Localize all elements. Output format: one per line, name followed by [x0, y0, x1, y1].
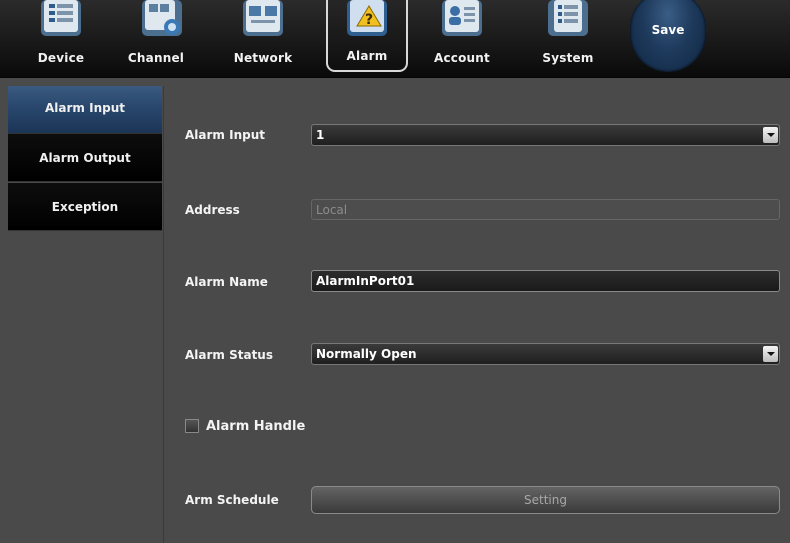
alarm-handle-checkbox[interactable]	[185, 419, 199, 433]
alarm-name-input[interactable]: AlarmInPort01	[311, 270, 780, 292]
tab-account[interactable]: Account	[421, 0, 503, 74]
network-icon	[243, 0, 283, 36]
tab-label: Alarm	[346, 49, 388, 63]
alarm-handle-label: Alarm Handle	[206, 419, 306, 434]
arm-schedule-label: Arm Schedule	[185, 493, 279, 507]
alarm-input-label: Alarm Input	[185, 128, 265, 142]
tab-label: Channel	[127, 51, 185, 65]
sidebar-item-exception[interactable]: Exception	[8, 183, 162, 231]
alarm-status-value: Normally Open	[316, 347, 417, 361]
alarm-status-label: Alarm Status	[185, 348, 273, 362]
alarm-name-value: AlarmInPort01	[316, 274, 415, 288]
device-icon	[41, 0, 81, 36]
save-button[interactable]: Save	[630, 0, 706, 72]
sidebar-item-label: Exception	[51, 200, 119, 214]
sidebar-item-label: Alarm Input	[45, 101, 125, 115]
tab-device[interactable]: Device	[20, 0, 102, 74]
save-label: Save	[651, 23, 685, 37]
address-value: Local	[316, 203, 348, 217]
system-icon	[548, 0, 588, 36]
channel-icon	[142, 0, 182, 36]
address-field: Local	[311, 199, 780, 220]
address-label: Address	[185, 203, 240, 217]
tab-alarm[interactable]: ? Alarm	[326, 0, 408, 74]
sidebar-item-label: Alarm Output	[39, 151, 131, 165]
tab-system[interactable]: System	[527, 0, 609, 74]
alarm-icon: ?	[347, 0, 387, 36]
chevron-down-icon[interactable]	[763, 127, 778, 143]
sidebar-item-alarm-input[interactable]: Alarm Input	[8, 86, 162, 134]
svg-text:?: ?	[365, 12, 373, 28]
alarm-name-label: Alarm Name	[185, 275, 268, 289]
account-icon	[442, 0, 482, 36]
setting-button[interactable]: Setting	[311, 486, 780, 514]
chevron-down-icon[interactable]	[763, 346, 778, 362]
tab-label: Network	[233, 51, 293, 65]
tab-label: Device	[37, 51, 85, 65]
alarm-input-value: 1	[316, 128, 325, 142]
alarm-input-select[interactable]: 1	[311, 124, 780, 146]
tab-label: System	[542, 51, 594, 65]
tab-label: Account	[434, 51, 490, 65]
sidebar-item-alarm-output[interactable]: Alarm Output	[8, 134, 162, 182]
top-toolbar: Device Channel Network ? Alarm Account S…	[0, 0, 790, 78]
sidebar-divider	[163, 86, 164, 543]
tab-network[interactable]: Network	[222, 0, 304, 74]
tab-channel[interactable]: Channel	[121, 0, 203, 74]
alarm-status-select[interactable]: Normally Open	[311, 343, 780, 365]
sidebar: Alarm Input Alarm Output Exception	[8, 86, 163, 543]
